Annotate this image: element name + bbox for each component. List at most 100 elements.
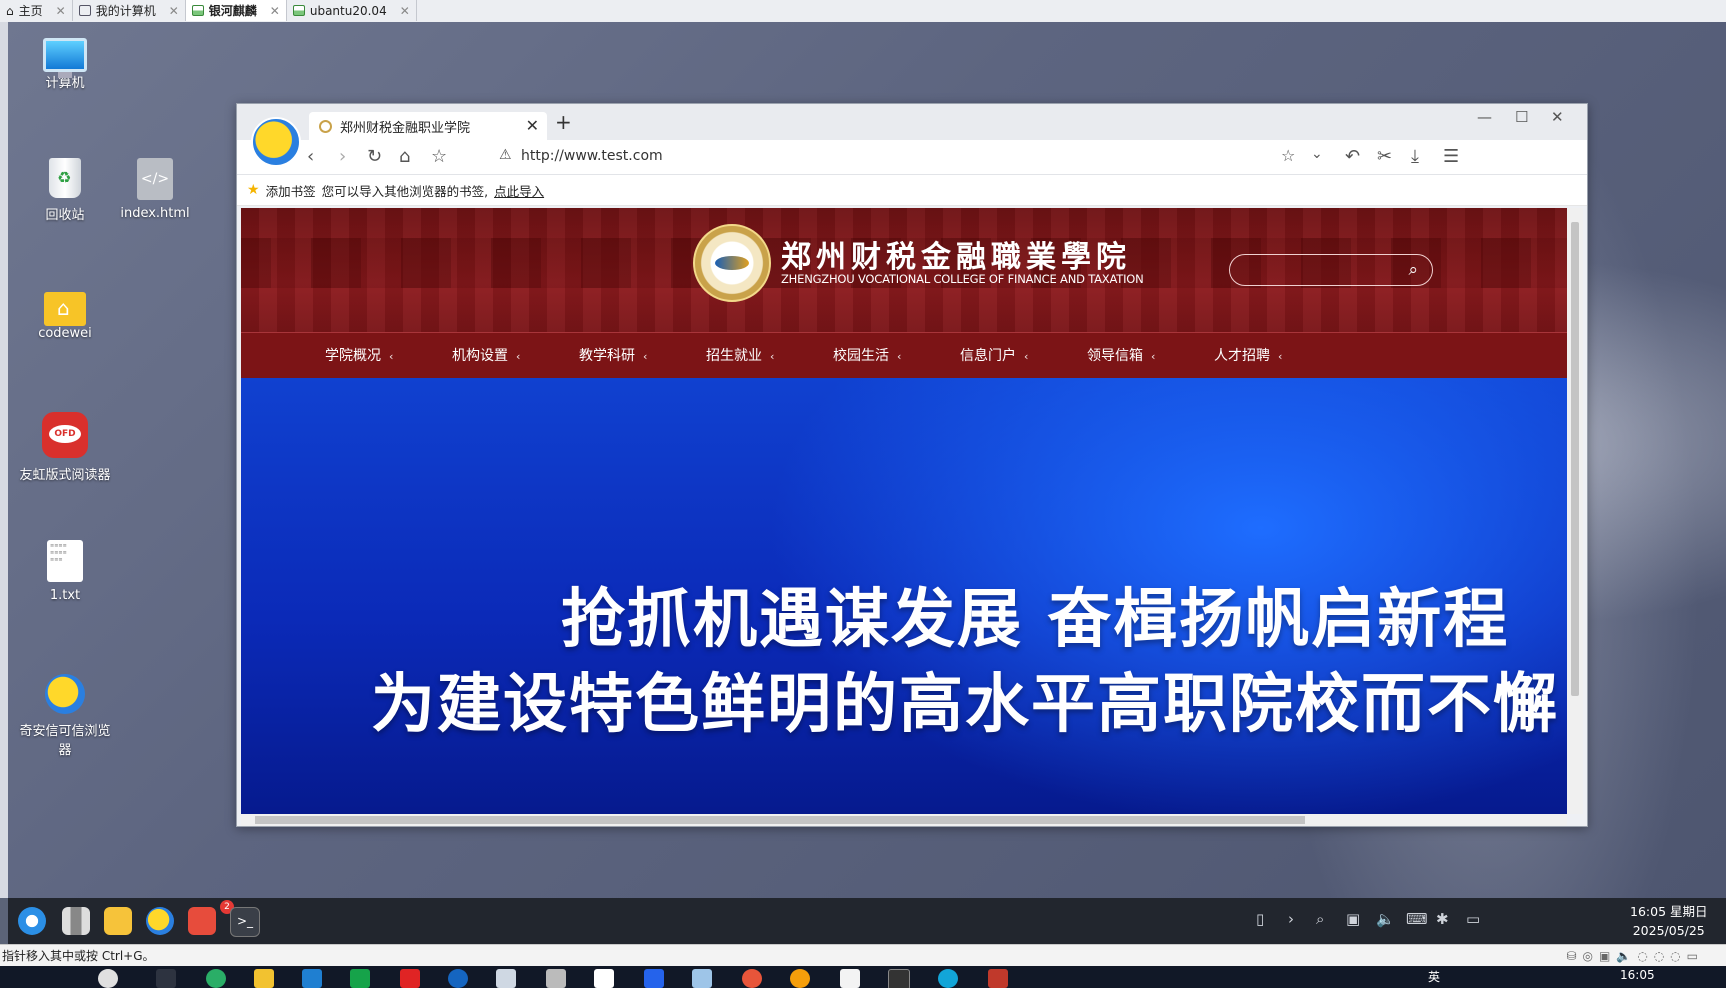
import-bookmarks-link[interactable]: 点此导入	[494, 181, 544, 200]
document-icon[interactable]	[496, 969, 516, 988]
wechat-icon[interactable]	[206, 969, 226, 988]
tab-close-icon[interactable]: ✕	[526, 116, 539, 135]
browser-tab[interactable]: 郑州财税金融职业学院 ✕	[309, 112, 547, 140]
back-icon[interactable]: ‹	[307, 146, 314, 167]
nav-item-teaching[interactable]: 教学科研 ‹	[579, 333, 706, 378]
host-clock[interactable]: 16:05	[1620, 968, 1655, 982]
not-secure-warning-icon[interactable]: ⚠	[499, 147, 512, 163]
app-icon[interactable]	[644, 969, 664, 988]
vmware-icon[interactable]	[302, 969, 322, 988]
reload-icon[interactable]: ↻	[367, 146, 382, 167]
qianxin-browser-icon[interactable]	[146, 907, 174, 935]
chevron-right-icon[interactable]: ›	[1288, 910, 1294, 928]
vm-device-icons[interactable]: ⛁◎▣🔈◌◌◌▭	[1566, 945, 1704, 967]
start-menu-icon[interactable]	[18, 907, 46, 935]
app-icon[interactable]	[692, 969, 712, 988]
forward-icon[interactable]: ›	[339, 146, 346, 167]
site-title[interactable]: 郑州财税金融職業學院	[781, 232, 1131, 276]
vm-tab-ubuntu[interactable]: ubantu20.04 ✕	[287, 0, 417, 21]
horizontal-scrollbar[interactable]	[241, 814, 1567, 826]
banner-headline: 抢抓机遇谋发展 奋楫扬帆启新程	[561, 582, 1510, 657]
task-view-icon[interactable]	[156, 969, 176, 988]
recycle-bin-icon	[49, 158, 81, 198]
close-icon[interactable]: ✕	[400, 4, 410, 18]
vertical-scrollbar[interactable]	[1567, 208, 1583, 814]
network-icon[interactable]: ▣	[1346, 910, 1360, 928]
file-manager-icon[interactable]	[104, 907, 132, 935]
desktop-icon-computer[interactable]: 计算机	[17, 32, 113, 91]
minimize-icon[interactable]: —	[1477, 108, 1492, 126]
ime-indicator[interactable]: 英	[1428, 968, 1440, 985]
window-close-icon[interactable]: ✕	[1551, 108, 1564, 126]
clipboard-icon[interactable]: ▯	[1256, 910, 1264, 928]
browser-logo-icon[interactable]	[251, 117, 301, 167]
chevron-down-icon[interactable]: ⌄	[1311, 146, 1323, 162]
desktop-icon-index-html[interactable]: </> index.html	[107, 158, 203, 221]
app-icon[interactable]	[790, 969, 810, 988]
nav-item-admissions[interactable]: 招生就业 ‹	[706, 333, 833, 378]
home-folder-icon	[44, 292, 86, 326]
nav-label: 招生就业	[706, 348, 762, 364]
nav-item-about[interactable]: 学院概况 ‹	[325, 333, 452, 378]
notification-center-icon[interactable]: ▭	[1466, 910, 1480, 928]
vm-tab-kylin[interactable]: 银河麒麟 ✕	[185, 0, 287, 21]
menu-icon[interactable]: ☰	[1443, 146, 1459, 167]
volume-icon[interactable]: 🔈	[1376, 910, 1395, 928]
address-bar[interactable]: http://www.test.com	[521, 148, 663, 164]
tab-title: 郑州财税金融职业学院	[340, 120, 471, 136]
desktop-icon-ofd-reader[interactable]: 友虹版式阅读器	[17, 412, 113, 483]
site-search-input[interactable]: ⌕	[1229, 254, 1433, 286]
vm-tab-home[interactable]: ⌂ 主页 ✕	[0, 0, 73, 21]
app-icon[interactable]	[448, 969, 468, 988]
vm-tab-my-computer[interactable]: 我的计算机 ✕	[73, 0, 186, 21]
download-icon[interactable]: ⤓	[1411, 146, 1419, 167]
close-icon[interactable]: ✕	[56, 4, 66, 18]
bookmark-import-hint: 您可以导入其他浏览器的书签,	[321, 183, 489, 199]
app-icon[interactable]	[546, 969, 566, 988]
nav-item-campus-life[interactable]: 校园生活 ‹	[833, 333, 960, 378]
banner-subheadline: 为建设特色鲜明的高水平高职院校而不懈	[371, 667, 1559, 742]
terminal-icon[interactable]: >_	[230, 907, 260, 937]
close-icon[interactable]: ✕	[169, 4, 179, 18]
explorer-folder-icon[interactable]	[254, 969, 274, 988]
nav-item-departments[interactable]: 机构设置 ‹	[452, 333, 579, 378]
home-icon[interactable]: ⌂	[399, 146, 410, 167]
desktop-icon-recycle-bin[interactable]: 回收站	[17, 158, 113, 223]
multitask-view-icon[interactable]	[62, 907, 90, 935]
favorite-star-icon[interactable]: ☆	[431, 146, 447, 167]
app-icon[interactable]	[98, 969, 118, 988]
guest-clock[interactable]: 16:05 星期日 2025/05/25	[1630, 902, 1708, 940]
text-editor-icon[interactable]	[840, 969, 860, 988]
college-emblem-icon[interactable]	[693, 224, 771, 302]
nav-label: 领导信箱	[1087, 348, 1143, 364]
nav-item-portal[interactable]: 信息门户 ‹	[960, 333, 1087, 378]
browser-window: 郑州财税金融职业学院 ✕ + — ☐ ✕ ‹ › ↻ ⌂ ☆ ⚠ http://…	[236, 103, 1588, 827]
nav-item-recruitment[interactable]: 人才招聘 ‹	[1214, 333, 1341, 378]
bluetooth-off-icon[interactable]: ✱	[1436, 910, 1449, 928]
add-bookmark-label[interactable]: 添加书签	[266, 181, 316, 200]
youdao-icon[interactable]	[400, 969, 420, 988]
close-icon[interactable]: ✕	[270, 4, 280, 18]
app-icon[interactable]	[742, 969, 762, 988]
keyboard-icon[interactable]: ⌨	[1406, 910, 1428, 928]
search-icon[interactable]: ⌕	[1408, 260, 1418, 280]
wps-icon[interactable]	[350, 969, 370, 988]
screenshot-scissors-icon[interactable]: ✂	[1377, 146, 1392, 167]
desktop-icon-1-txt[interactable]: ≡≡≡≡ ≡≡≡≡ ≡≡≡ 1.txt	[17, 540, 113, 603]
new-tab-button[interactable]: +	[555, 110, 572, 134]
maximize-icon[interactable]: ☐	[1515, 108, 1528, 126]
edge-browser-icon[interactable]	[938, 969, 958, 988]
guest-date: 2025/05/25	[1632, 923, 1705, 938]
nav-item-mailbox[interactable]: 领导信箱 ‹	[1087, 333, 1214, 378]
desktop-icon-qianxin-browser[interactable]: 奇安信可信浏览器	[17, 674, 113, 758]
search-icon[interactable]: ⌕	[1316, 910, 1324, 928]
bookmark-star-icon[interactable]: ☆	[1281, 146, 1295, 165]
scroll-thumb[interactable]	[1571, 222, 1579, 696]
scroll-thumb[interactable]	[255, 816, 1305, 824]
typora-icon[interactable]	[594, 969, 614, 988]
undo-close-icon[interactable]: ↶	[1345, 146, 1360, 167]
app-store-icon[interactable]	[188, 907, 216, 935]
desktop-icon-codewei[interactable]: codewei	[17, 286, 113, 341]
app-icon[interactable]	[988, 969, 1008, 988]
terminal-icon[interactable]	[888, 969, 910, 988]
